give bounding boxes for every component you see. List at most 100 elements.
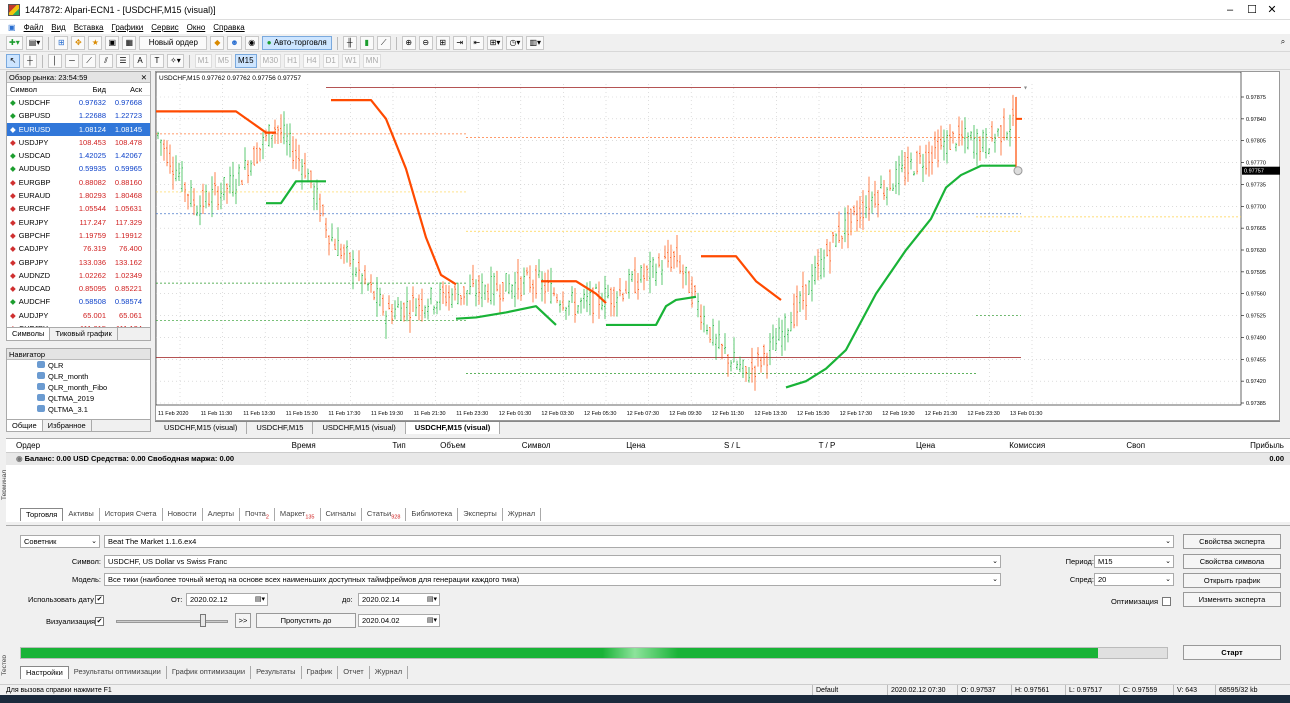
tab-articles[interactable]: Статьи928 [362, 508, 407, 521]
market-row-eurgbp[interactable]: ◆ EURGBP 0.88082 0.88160 [7, 176, 150, 189]
tab-optimization-graph[interactable]: График оптимизации [167, 666, 252, 679]
tab-signals[interactable]: Сигналы [321, 508, 362, 521]
tf-m15[interactable]: M15 [234, 54, 257, 68]
col-type[interactable]: Тип [316, 439, 405, 452]
tab-favorites[interactable]: Избранное [43, 420, 92, 431]
label-icon[interactable]: T [150, 54, 164, 68]
chart-tab[interactable]: USDCHF,M15 [247, 422, 314, 434]
tab-tester-journal[interactable]: Журнал [370, 666, 409, 679]
period-select[interactable]: M15 ⌄ [1094, 555, 1174, 568]
market-row-cadjpy[interactable]: ◆ CADJPY 76.319 76.400 [7, 242, 150, 255]
market-row-audchf[interactable]: ◆ AUDCHF 0.58508 0.58574 [7, 295, 150, 308]
speed-slider-thumb[interactable] [200, 614, 206, 627]
spread-select[interactable]: 20 ⌄ [1094, 573, 1174, 586]
market-row-usdchf[interactable]: ◆ USDCHF 0.97632 0.97668 [7, 96, 150, 109]
market-row-eurchf[interactable]: ◆ EURCHF 1.05544 1.05631 [7, 202, 150, 215]
market-row-gbpusd[interactable]: ◆ GBPUSD 1.22688 1.22723 [7, 109, 150, 122]
tf-h4[interactable]: H4 [303, 54, 320, 68]
col-swap[interactable]: Своп [1045, 439, 1145, 452]
col-volume[interactable]: Объем [406, 439, 466, 452]
modify-expert-button[interactable]: Изменить эксперта [1183, 592, 1281, 607]
signals-icon[interactable]: ◉ [244, 36, 259, 50]
market-row-audcad[interactable]: ◆ AUDCAD 0.85095 0.85221 [7, 282, 150, 295]
market-row-audjpy[interactable]: ◆ AUDJPY 65.001 65.061 [7, 309, 150, 322]
menu-file[interactable]: Файл [24, 23, 44, 32]
tab-symbols[interactable]: Символы [7, 328, 51, 340]
optimization-checkbox[interactable] [1162, 597, 1171, 606]
metaeditor-icon[interactable]: ◆ [210, 36, 225, 50]
skip-date-input[interactable]: 2020.04.02 ▤▾ [358, 614, 440, 627]
col-price[interactable]: Цена [551, 439, 645, 452]
tab-settings[interactable]: Настройки [20, 666, 69, 679]
nav-item[interactable]: QLR_month_Fibo [7, 382, 150, 393]
arrows-icon[interactable]: ✧▾ [167, 54, 184, 68]
tab-news[interactable]: Новости [163, 508, 203, 521]
trendline-icon[interactable]: ⟋ [82, 54, 96, 68]
tf-d1[interactable]: D1 [322, 54, 339, 68]
market-row-usdjpy[interactable]: ◆ USDJPY 108.453 108.478 [7, 136, 150, 149]
menu-help[interactable]: Справка [213, 23, 244, 32]
use-date-checkbox[interactable]: ✔ [95, 595, 104, 604]
col-bid[interactable]: Бид [72, 83, 108, 95]
new-chart-icon[interactable]: ✚▾ [6, 36, 23, 50]
text-icon[interactable]: A [133, 54, 147, 68]
tab-graph[interactable]: График [302, 666, 339, 679]
search-icon[interactable]: ⌕ [1276, 36, 1290, 50]
chart-tab[interactable]: USDCHF,M15 (visual) [313, 422, 406, 434]
tab-report[interactable]: Отчет [338, 666, 370, 679]
from-date-input[interactable]: 2020.02.12 ▤▾ [186, 593, 268, 606]
tf-m5[interactable]: M5 [214, 54, 232, 68]
market-row-gbpjpy[interactable]: ◆ GBPJPY 133.036 133.162 [7, 256, 150, 269]
tf-m1[interactable]: M1 [194, 54, 212, 68]
speed-slider-track[interactable] [116, 620, 228, 623]
line-chart-icon[interactable]: ⟋ [376, 36, 391, 50]
expert-properties-button[interactable]: Свойства эксперта [1183, 534, 1281, 549]
nav-item[interactable]: QLR [7, 360, 150, 371]
visualization-checkbox[interactable]: ✔ [95, 617, 104, 626]
market-row-eurusd[interactable]: ◆ EURUSD 1.08124 1.08145 [7, 122, 150, 136]
col-profit[interactable]: Прибыль [1145, 439, 1290, 452]
zoom-out-icon[interactable]: ⊖ [418, 36, 433, 50]
tab-journal[interactable]: Журнал [503, 508, 542, 521]
skip-to-button[interactable]: Пропустить до [256, 613, 356, 628]
vertical-line-icon[interactable]: │ [48, 54, 62, 68]
data-window-icon[interactable]: ✥ [71, 36, 86, 50]
channel-icon[interactable]: ⫽ [99, 54, 113, 68]
tester-mode-select[interactable]: Советник ⌄ [20, 535, 100, 548]
to-date-input[interactable]: 2020.02.14 ▤▾ [358, 593, 440, 606]
terminal-icon[interactable]: ▣ [105, 36, 120, 50]
chart-tab[interactable]: USDCHF,M15 (visual) [155, 422, 248, 434]
market-watch-icon[interactable]: ⊞ [54, 36, 69, 50]
start-button[interactable]: Старт [1183, 645, 1281, 660]
menu-view[interactable]: Вид [51, 23, 65, 32]
col-time[interactable]: Время [146, 439, 316, 452]
market-row-usdcad[interactable]: ◆ USDCAD 1.42025 1.42067 [7, 149, 150, 162]
menu-window[interactable]: Окно [187, 23, 206, 32]
market-row-gbpchf[interactable]: ◆ GBPCHF 1.19759 1.19912 [7, 229, 150, 242]
col-tp[interactable]: T / P [740, 439, 836, 452]
tf-w1[interactable]: W1 [341, 54, 360, 68]
auto-trading-button[interactable]: ● Авто-торговля [261, 36, 332, 50]
chart-shift-icon[interactable]: ⇤ [469, 36, 484, 50]
market-row-euraud[interactable]: ◆ EURAUD 1.80293 1.80468 [7, 189, 150, 202]
tab-account-history[interactable]: История Счета [100, 508, 163, 521]
tile-windows-icon[interactable]: ⊞ [435, 36, 450, 50]
navigator-icon[interactable]: ★ [88, 36, 103, 50]
tab-results[interactable]: Результаты [251, 666, 302, 679]
candle-chart-icon[interactable]: ▮ [359, 36, 374, 50]
tab-trade[interactable]: Торговля [20, 508, 64, 521]
menu-charts[interactable]: Графики [111, 23, 143, 32]
col-sl[interactable]: S / L [645, 439, 740, 452]
zoom-in-icon[interactable]: ⊕ [401, 36, 416, 50]
chart-canvas[interactable]: USDCHF,M15 0.97762 0.97762 0.97756 0.977… [156, 72, 1281, 422]
nav-item[interactable]: QLR_month [7, 371, 150, 382]
tf-m30[interactable]: M30 [259, 54, 282, 68]
model-select[interactable]: Все тики (наиболее точный метод на основ… [104, 573, 1001, 586]
col-commission[interactable]: Комиссия [935, 439, 1045, 452]
tab-market[interactable]: Маркет135 [275, 508, 321, 521]
new-order-button[interactable]: Новый ордер [139, 36, 208, 50]
market-row-audusd[interactable]: ◆ AUDUSD 0.59935 0.59965 [7, 162, 150, 175]
nav-item[interactable]: QLTMA_3.1 [7, 404, 150, 415]
price-chart[interactable]: USDCHF,M15 0.97762 0.97762 0.97756 0.977… [155, 71, 1280, 421]
fast-forward-button[interactable]: >> [235, 613, 251, 628]
